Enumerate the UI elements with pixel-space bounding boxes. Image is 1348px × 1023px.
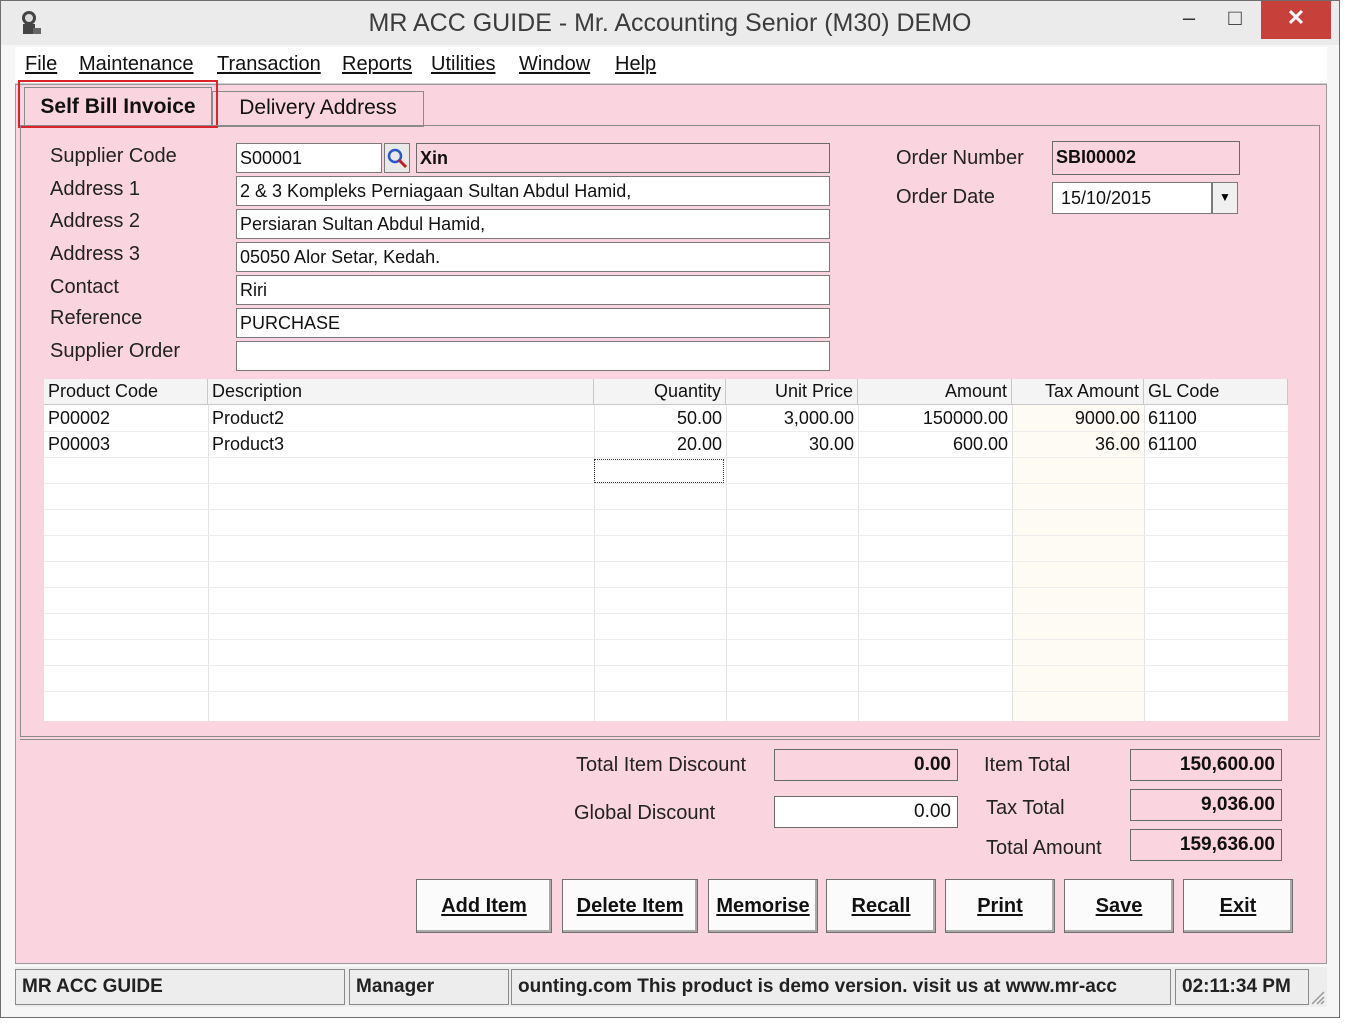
grid-rule xyxy=(44,457,1288,458)
chevron-down-icon: ▼ xyxy=(1219,190,1231,204)
menu-help[interactable]: Help xyxy=(615,53,656,76)
total-amount-field: 159,636.00 xyxy=(1130,829,1282,861)
status-user: Manager xyxy=(349,969,509,1005)
search-icon xyxy=(387,148,408,169)
window-title: MR ACC GUIDE - Mr. Accounting Senior (M3… xyxy=(368,9,972,37)
cell-gl-code[interactable]: 61100 xyxy=(1144,405,1288,431)
label-reference: Reference xyxy=(50,307,143,329)
label-contact: Contact xyxy=(50,276,119,298)
cell-product-code[interactable]: P00003 xyxy=(44,431,208,457)
supplier-order-input[interactable] xyxy=(236,341,830,371)
col-header-quantity[interactable]: Quantity xyxy=(594,379,726,405)
cell-unit-price[interactable]: 30.00 xyxy=(726,431,858,457)
close-button[interactable]: ✕ xyxy=(1261,1,1331,39)
status-app-name: MR ACC GUIDE xyxy=(15,969,345,1005)
reference-input[interactable]: PURCHASE xyxy=(236,308,830,338)
self-bill-invoice-form: Delivery Address Self Bill Invoice Suppl… xyxy=(15,80,1327,964)
cell-product-code[interactable]: P00002 xyxy=(44,405,208,431)
tab-self-bill-invoice[interactable]: Self Bill Invoice xyxy=(18,80,218,128)
grid-rule xyxy=(44,639,1288,640)
maximize-button[interactable]: □ xyxy=(1213,1,1257,39)
add-item-button[interactable]: Add Item xyxy=(416,879,552,933)
label-global-discount: Global Discount xyxy=(574,802,716,824)
order-date-input[interactable]: 15/10/2015 xyxy=(1052,182,1212,214)
order-date-dropdown[interactable]: ▼ xyxy=(1212,182,1238,214)
tax-total-field: 9,036.00 xyxy=(1130,789,1282,821)
memorise-button[interactable]: Memorise xyxy=(708,879,818,933)
grid-rule xyxy=(44,509,1288,510)
tab-delivery-address[interactable]: Delivery Address xyxy=(212,91,424,127)
cell-unit-price[interactable]: 3,000.00 xyxy=(726,405,858,431)
menu-reports[interactable]: Reports xyxy=(342,53,412,76)
resize-grip-icon[interactable] xyxy=(1309,989,1325,1005)
grid-rule xyxy=(44,665,1288,666)
save-button[interactable]: Save xyxy=(1064,879,1174,933)
cell-tax-amount[interactable]: 9000.00 xyxy=(1012,405,1144,431)
col-header-tax-amount[interactable]: Tax Amount xyxy=(1012,379,1144,405)
grid-rule xyxy=(44,613,1288,614)
label-tax-total: Tax Total xyxy=(986,797,1065,819)
supplier-name-field: Xin xyxy=(416,143,830,173)
status-time: 02:11:34 PM xyxy=(1175,969,1309,1005)
title-bar[interactable]: MR ACC GUIDE - Mr. Accounting Senior (M3… xyxy=(1,1,1339,45)
col-header-amount[interactable]: Amount xyxy=(858,379,1012,405)
label-item-total: Item Total xyxy=(984,754,1071,776)
order-number-field: SBI00002 xyxy=(1052,141,1240,175)
cell-description[interactable]: Product3 xyxy=(208,431,594,457)
status-bar: MR ACC GUIDE Manager ounting.com This pr… xyxy=(15,967,1327,1007)
col-header-product-code[interactable]: Product Code xyxy=(44,379,208,405)
menu-transaction[interactable]: Transaction xyxy=(217,53,321,76)
total-item-discount-field: 0.00 xyxy=(774,749,958,781)
grid-rule xyxy=(44,561,1288,562)
global-discount-input[interactable]: 0.00 xyxy=(774,796,958,828)
cell-quantity[interactable]: 50.00 xyxy=(594,405,726,431)
contact-input[interactable]: Riri xyxy=(236,275,830,305)
recall-button[interactable]: Recall xyxy=(826,879,936,933)
menu-file[interactable]: File xyxy=(25,53,57,76)
grid-rule xyxy=(44,587,1288,588)
cell-description[interactable]: Product2 xyxy=(208,405,594,431)
status-message: ounting.com This product is demo version… xyxy=(511,969,1171,1005)
label-order-date: Order Date xyxy=(896,186,995,208)
label-total-item-discount: Total Item Discount xyxy=(576,754,747,776)
address1-input[interactable]: 2 & 3 Kompleks Perniagaan Sultan Abdul H… xyxy=(236,176,830,206)
cell-amount[interactable]: 150000.00 xyxy=(858,405,1012,431)
print-button[interactable]: Print xyxy=(945,879,1055,933)
delete-item-button[interactable]: Delete Item xyxy=(562,879,698,933)
label-total-amount: Total Amount xyxy=(986,837,1102,859)
label-address3: Address 3 xyxy=(50,243,141,265)
menu-utilities[interactable]: Utilities xyxy=(431,53,495,76)
col-header-gl-code[interactable]: GL Code xyxy=(1144,379,1288,405)
cell-gl-code[interactable]: 61100 xyxy=(1144,431,1288,457)
supplier-lookup-button[interactable] xyxy=(384,143,410,173)
col-header-unit-price[interactable]: Unit Price xyxy=(726,379,858,405)
menu-bar: File Maintenance Transaction Reports Uti… xyxy=(15,47,1327,84)
menu-window[interactable]: Window xyxy=(519,53,590,76)
grid-rule xyxy=(44,483,1288,484)
grid-rule xyxy=(44,691,1288,692)
label-address2: Address 2 xyxy=(50,210,141,232)
label-order-number: Order Number xyxy=(896,147,1024,169)
cell-quantity[interactable]: 20.00 xyxy=(594,431,726,457)
address2-input[interactable]: Persiaran Sultan Abdul Hamid, xyxy=(236,209,830,239)
invoice-items-grid[interactable]: Product Code Description Quantity Unit P… xyxy=(44,379,1288,721)
minimize-button[interactable]: – xyxy=(1169,1,1209,39)
label-supplier-order: Supplier Order xyxy=(50,340,181,362)
cell-tax-amount[interactable]: 36.00 xyxy=(1012,431,1144,457)
tab-highlight-box xyxy=(18,80,218,128)
app-window: MR ACC GUIDE - Mr. Accounting Senior (M3… xyxy=(0,0,1340,1018)
item-total-field: 150,600.00 xyxy=(1130,749,1282,781)
label-supplier-code: Supplier Code xyxy=(50,145,177,167)
col-header-description[interactable]: Description xyxy=(208,379,594,405)
menu-maintenance[interactable]: Maintenance xyxy=(79,53,194,76)
cell-amount[interactable]: 600.00 xyxy=(858,431,1012,457)
grid-rule xyxy=(44,535,1288,536)
address3-input[interactable]: 05050 Alor Setar, Kedah. xyxy=(236,242,830,272)
active-cell-focus[interactable] xyxy=(594,459,724,483)
label-address1: Address 1 xyxy=(50,178,141,200)
supplier-code-input[interactable]: S00001 xyxy=(236,143,382,173)
exit-button[interactable]: Exit xyxy=(1183,879,1293,933)
